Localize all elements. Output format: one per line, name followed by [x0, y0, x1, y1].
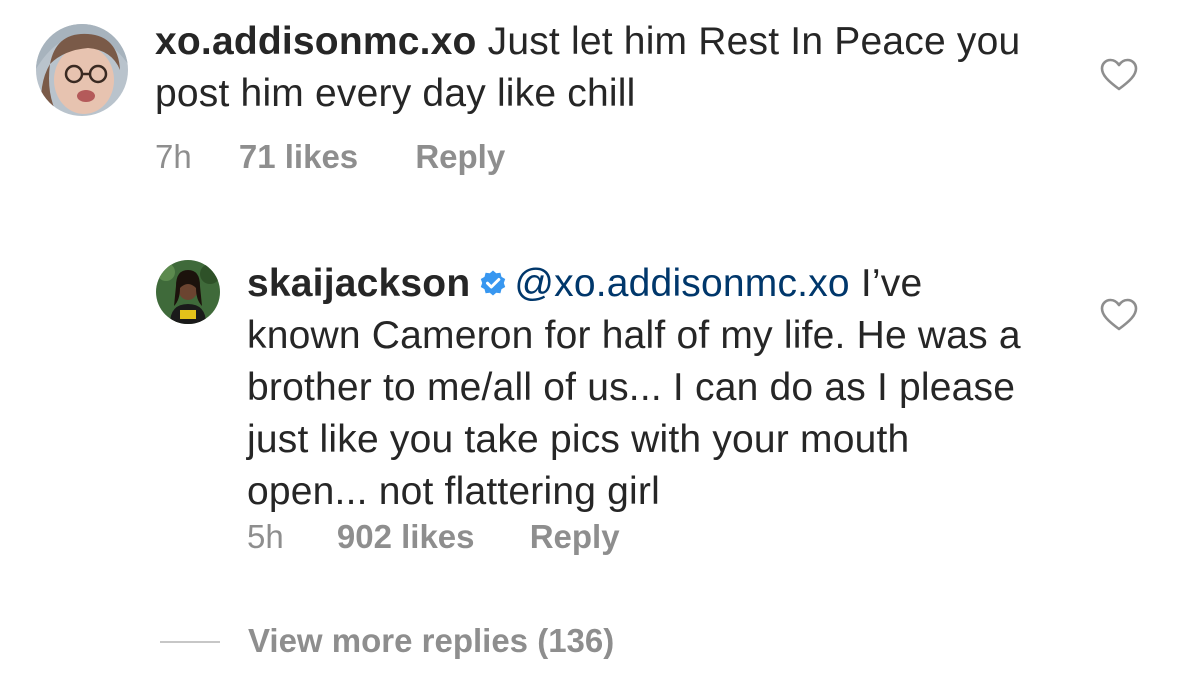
comment-meta: 7h 71 likes Reply	[155, 137, 505, 177]
comment-time: 7h	[155, 138, 192, 175]
reply-username[interactable]: skaijackson	[247, 262, 470, 305]
like-comment-button[interactable]	[1100, 58, 1138, 92]
verified-badge-icon	[481, 270, 506, 296]
replies-divider	[160, 641, 220, 643]
verified-badge	[478, 269, 508, 299]
reply-body: skaijackson @xo.addisonmc.xo I’ve known C…	[247, 258, 1027, 518]
reply-reply-button[interactable]: Reply	[530, 517, 620, 557]
reply-mention-link[interactable]: @xo.addisonmc.xo	[514, 262, 849, 305]
avatar-skaijackson[interactable]	[156, 260, 220, 324]
view-more-replies-button[interactable]: View more replies (136)	[248, 620, 614, 662]
reply-time: 5h	[247, 518, 284, 555]
avatar-xo-addisonmc-xo[interactable]	[36, 24, 128, 116]
avatar-photo	[36, 24, 128, 116]
comment-likes-count[interactable]: 71 likes	[239, 137, 358, 177]
reply-meta: 5h 902 likes Reply	[247, 517, 620, 557]
comment-reply-button[interactable]: Reply	[415, 137, 505, 177]
comment-username[interactable]: xo.addisonmc.xo	[155, 20, 477, 63]
like-reply-button[interactable]	[1100, 298, 1138, 332]
reply-likes-count[interactable]: 902 likes	[337, 517, 475, 557]
heart-outline-icon	[1100, 58, 1138, 91]
avatar-photo	[156, 260, 220, 324]
comment-body: xo.addisonmc.xo Just let him Rest In Pea…	[155, 16, 1055, 120]
heart-outline-icon	[1100, 298, 1138, 331]
